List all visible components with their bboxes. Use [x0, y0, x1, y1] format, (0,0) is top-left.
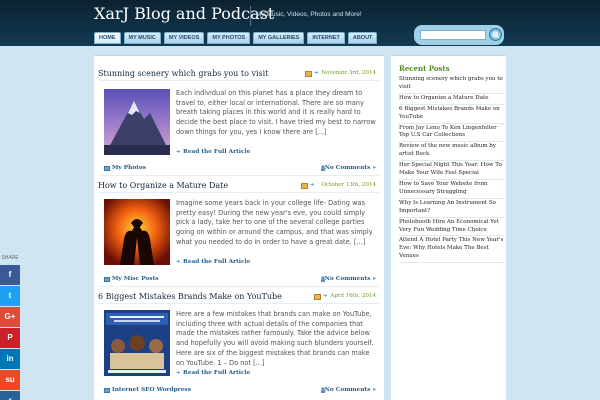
stumbleupon-icon: su — [5, 375, 15, 384]
nav-my-music[interactable]: MY MUSIC — [123, 32, 161, 44]
reddit-share-button[interactable]: r — [0, 391, 20, 400]
facebook-icon: f — [8, 270, 12, 279]
post-excerpt: Imagine some years back in your college … — [176, 199, 373, 246]
recent-post-link[interactable]: Why Is Learning An Instrument So Importa… — [399, 199, 504, 218]
recent-posts-list: Stunning scenery which grabs you to visi… — [399, 75, 504, 264]
post: 6 Biggest Mistakes Brands Make on YouTub… — [98, 292, 380, 400]
post-title[interactable]: 6 Biggest Mistakes Brands Make on YouTub… — [98, 292, 282, 301]
comments-link[interactable]: No Comments » — [325, 387, 376, 393]
search-icon — [492, 31, 500, 39]
post-thumbnail[interactable] — [104, 199, 170, 265]
calendar-icon — [301, 183, 308, 189]
comments-link[interactable]: No Comments » — [325, 165, 376, 171]
recent-post-link[interactable]: How to Organize a Mature Date — [399, 94, 504, 105]
twitter-share-button[interactable]: t — [0, 286, 20, 306]
main-nav: HOME MY MUSIC MY VIDEOS MY PHOTOS MY GAL… — [94, 32, 378, 45]
category-link[interactable]: My Photos — [112, 165, 146, 171]
arrow-icon: ➜ — [314, 70, 319, 76]
nav-home[interactable]: HOME — [94, 32, 121, 44]
post: Stunning scenery which grabs you to visi… — [98, 69, 380, 187]
linkedin-icon: in — [6, 354, 14, 363]
post-divider — [98, 286, 380, 287]
post-title[interactable]: How to Organize a Mature Date — [98, 181, 228, 190]
read-more-icon: ➜ — [176, 259, 181, 265]
post-excerpt: Each individual on this planet has a pla… — [176, 89, 376, 136]
calendar-icon — [305, 71, 312, 77]
recent-post-link[interactable]: 6 Biggest Mistakes Brands Make on YouTub… — [399, 105, 504, 124]
recent-post-link[interactable]: Photobooth Hire An Economical Yet Very F… — [399, 218, 504, 237]
calendar-icon — [314, 294, 321, 300]
post-excerpt: Here are a few mistakes that brands can … — [176, 310, 374, 367]
comments-link[interactable]: No Comments » — [325, 276, 376, 282]
google-plus-icon: G+ — [4, 312, 16, 321]
post-thumbnail[interactable] — [104, 310, 170, 376]
nav-my-videos[interactable]: MY VIDEOS — [163, 32, 205, 44]
post-divider — [98, 80, 380, 81]
sidebar: Recent Posts Stunning scenery which grab… — [391, 55, 506, 400]
search-box — [414, 25, 504, 45]
recent-post-link[interactable]: Stunning scenery which grabs you to visi… — [399, 75, 504, 94]
read-more-icon: ➜ — [176, 149, 181, 155]
recent-post-link[interactable]: Attend A Hotel Party This New Year's Eve… — [399, 236, 504, 264]
main-content: Stunning scenery which grabs you to visi… — [94, 55, 384, 400]
pinterest-share-button[interactable]: P — [0, 328, 20, 348]
share-label: SHARE — [1, 255, 19, 261]
recent-posts-title: Recent Posts — [399, 64, 450, 73]
recent-post-link[interactable]: Review of the new music album by artist … — [399, 142, 504, 162]
folder-icon — [104, 388, 110, 393]
recent-post-link[interactable]: How to Save Your Website from Unnecessar… — [399, 180, 504, 199]
google-plus-share-button[interactable]: G+ — [0, 307, 20, 327]
recent-post-link[interactable]: From Jay Leno To Ken Lingenfelter Top U.… — [399, 124, 504, 143]
folder-icon — [104, 166, 110, 171]
post-date: April 16th, 2014 — [330, 293, 376, 299]
nav-my-galleries[interactable]: MY GALLERIES — [253, 32, 305, 44]
twitter-icon: t — [8, 291, 12, 300]
post-title[interactable]: Stunning scenery which grabs you to visi… — [98, 69, 268, 78]
post-thumbnail[interactable] — [104, 89, 170, 155]
category-link[interactable]: Internet SEO Wordpress — [112, 387, 191, 393]
title-divider — [250, 6, 251, 26]
recent-post-link[interactable]: Her Special Night This Year: How To Make… — [399, 161, 504, 180]
arrow-icon: ➜ — [310, 182, 315, 188]
reddit-icon: r — [8, 396, 11, 400]
search-button[interactable] — [489, 28, 502, 41]
site-title[interactable]: XarJ Blog and Podcast — [94, 4, 274, 23]
folder-icon — [104, 277, 110, 282]
search-input[interactable] — [420, 30, 486, 40]
post: How to Organize a Mature Date ➜ October … — [98, 181, 380, 299]
post-divider — [98, 175, 380, 176]
arrow-icon: ➜ — [323, 293, 328, 299]
read-more-link[interactable]: Read the Full Article — [183, 259, 250, 265]
site-header: XarJ Blog and Podcast My Music, Videos, … — [0, 0, 600, 46]
nav-internet[interactable]: INTERNET — [307, 32, 345, 44]
nav-about[interactable]: ABOUT — [347, 32, 378, 44]
post-divider — [98, 192, 380, 193]
stumbleupon-share-button[interactable]: su — [0, 370, 20, 390]
post-divider — [98, 303, 380, 304]
site-tagline: My Music, Videos, Photos and More! — [256, 11, 362, 18]
post-date: October 13th, 2014 — [321, 182, 376, 188]
facebook-share-button[interactable]: f — [0, 265, 20, 285]
read-more-link[interactable]: Read the Full Article — [183, 370, 250, 376]
nav-my-photos[interactable]: MY PHOTOS — [207, 32, 251, 44]
pinterest-icon: P — [7, 333, 13, 342]
read-more-icon: ➜ — [176, 370, 181, 376]
read-more-link[interactable]: Read the Full Article — [183, 149, 250, 155]
category-link[interactable]: My Misc Posts — [112, 276, 159, 282]
linkedin-share-button[interactable]: in — [0, 349, 20, 369]
post-date: Novembr 3rd, 2014 — [321, 70, 376, 76]
